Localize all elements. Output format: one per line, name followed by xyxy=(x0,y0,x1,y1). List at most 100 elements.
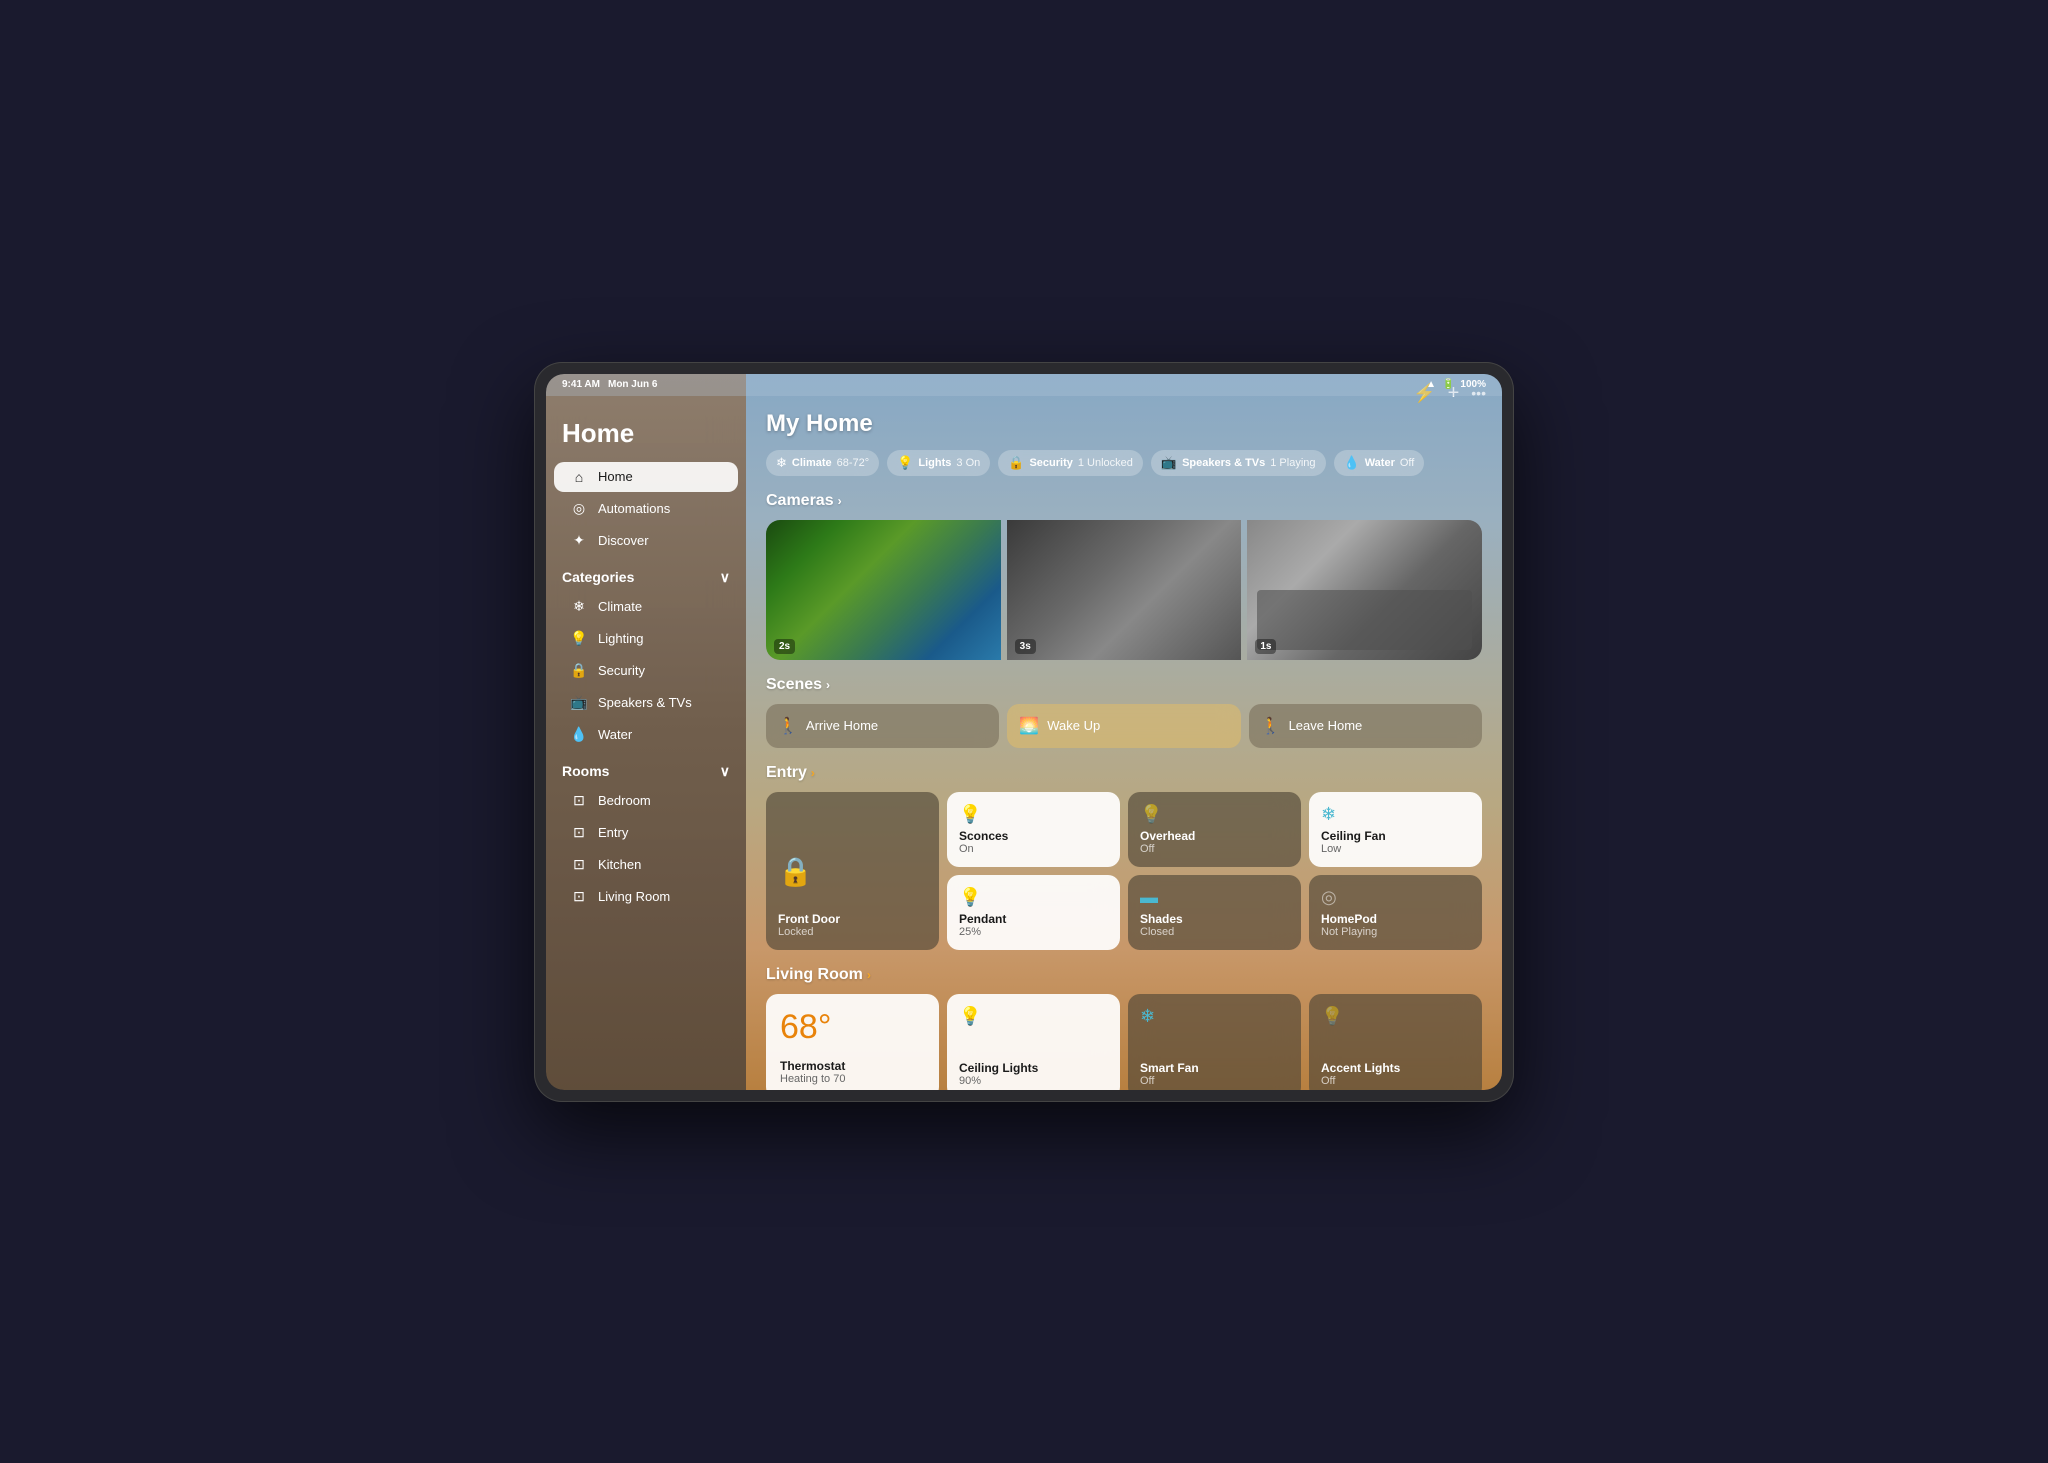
ceiling-fan-icon: ❄ xyxy=(1321,804,1470,825)
kitchen-icon: ⊡ xyxy=(570,856,588,873)
scene-wake-up[interactable]: 🌅 Wake Up xyxy=(1007,704,1240,748)
camera-label-2: 3s xyxy=(1015,639,1036,654)
pendant-name: Pendant xyxy=(959,912,1108,926)
ceiling-lights-card[interactable]: 💡 Ceiling Lights 90% xyxy=(947,994,1120,1090)
climate-icon: ❄ xyxy=(570,598,588,615)
entry-icon: ⊡ xyxy=(570,824,588,841)
leave-home-icon: 🚶 xyxy=(1261,716,1281,736)
sidebar-item-water[interactable]: 💧 Water xyxy=(554,719,738,750)
security-pill[interactable]: 🔒 Security 1 Unlocked xyxy=(998,450,1143,476)
overhead-status: Off xyxy=(1140,843,1289,855)
sidebar-discover-label: Discover xyxy=(598,533,649,548)
camera-feed-pool[interactable]: 2s xyxy=(766,520,1001,660)
lighting-icon: 💡 xyxy=(570,630,588,647)
wifi-icon: ▲ xyxy=(1426,379,1436,390)
categories-header[interactable]: Categories ∨ xyxy=(546,557,746,590)
thermostat-card[interactable]: 68° Thermostat Heating to 70 xyxy=(766,994,939,1090)
water-pill-label: Water xyxy=(1365,457,1395,469)
water-pill-icon: 💧 xyxy=(1344,455,1360,471)
ceiling-fan-status: Low xyxy=(1321,843,1470,855)
scenes-chevron: › xyxy=(826,678,830,692)
shades-card[interactable]: ▬ Shades Closed xyxy=(1128,875,1301,950)
camera-grid: 2s 3s 1s xyxy=(766,520,1482,660)
climate-pill[interactable]: ❄ Climate 68-72° xyxy=(766,450,879,476)
entry-chevron: › xyxy=(811,766,815,780)
shades-icon: ▬ xyxy=(1140,887,1289,908)
living-room-section-header[interactable]: Living Room › xyxy=(766,966,1482,984)
sidebar-item-home[interactable]: ⌂ Home xyxy=(554,462,738,492)
speakers-pill-value: 1 Playing xyxy=(1270,457,1315,469)
sidebar-item-bedroom[interactable]: ⊡ Bedroom xyxy=(554,785,738,816)
security-label: Security xyxy=(598,663,645,678)
living-room-icon: ⊡ xyxy=(570,888,588,905)
shades-name: Shades xyxy=(1140,912,1289,926)
sidebar-item-security[interactable]: 🔒 Security xyxy=(554,655,738,686)
smart-fan-card[interactable]: ❄ Smart Fan Off xyxy=(1128,994,1301,1090)
ceiling-fan-card[interactable]: ❄ Ceiling Fan Low xyxy=(1309,792,1482,867)
water-pill[interactable]: 💧 Water Off xyxy=(1334,450,1425,476)
living-room-grid: 68° Thermostat Heating to 70 💡 Ceiling L… xyxy=(766,994,1482,1090)
ipad-screen: 9:41 AM Mon Jun 6 ▲ 🔋 100% Home ⌂ Home xyxy=(546,374,1502,1090)
lights-pill-value: 3 On xyxy=(956,457,980,469)
categories-label: Categories xyxy=(562,569,634,585)
lights-pill-label: Lights xyxy=(918,457,951,469)
rooms-label: Rooms xyxy=(562,763,609,779)
sidebar-item-lighting[interactable]: 💡 Lighting xyxy=(554,623,738,654)
status-date: Mon Jun 6 xyxy=(608,379,657,390)
categories-chevron: ∨ xyxy=(720,569,730,586)
living-room-section-label: Living Room xyxy=(766,966,863,984)
ceiling-lights-status: 90% xyxy=(959,1075,1108,1087)
scene-arrive-home[interactable]: 🚶 Arrive Home xyxy=(766,704,999,748)
sidebar-item-discover[interactable]: ✦ Discover xyxy=(554,525,738,556)
page-title: My Home xyxy=(766,410,1482,438)
speakers-pill[interactable]: 📺 Speakers & TVs 1 Playing xyxy=(1151,450,1326,476)
sidebar-item-living-room[interactable]: ⊡ Living Room xyxy=(554,881,738,912)
speakers-icon: 📺 xyxy=(570,694,588,711)
sconces-card[interactable]: 💡 Sconces On xyxy=(947,792,1120,867)
scenes-section-header[interactable]: Scenes › xyxy=(766,676,1482,694)
pendant-card[interactable]: 💡 Pendant 25% xyxy=(947,875,1120,950)
cameras-chevron: › xyxy=(838,494,842,508)
overhead-icon: 💡 xyxy=(1140,804,1289,825)
arrive-home-icon: 🚶 xyxy=(778,716,798,736)
homepod-card[interactable]: ◎ HomePod Not Playing xyxy=(1309,875,1482,950)
cameras-section-header[interactable]: Cameras › xyxy=(766,492,1482,510)
water-pill-value: Off xyxy=(1400,457,1414,469)
sidebar-title: Home xyxy=(546,418,746,461)
ipad-frame: 9:41 AM Mon Jun 6 ▲ 🔋 100% Home ⌂ Home xyxy=(534,362,1514,1102)
overhead-card[interactable]: 💡 Overhead Off xyxy=(1128,792,1301,867)
thermostat-temp: 68° xyxy=(780,1008,925,1047)
ceiling-fan-name: Ceiling Fan xyxy=(1321,829,1470,843)
leave-home-label: Leave Home xyxy=(1289,718,1363,733)
accent-lights-icon: 💡 xyxy=(1321,1006,1470,1027)
front-door-card[interactable]: 🔒 Front Door Locked xyxy=(766,792,939,950)
sidebar-item-automations[interactable]: ◎ Automations xyxy=(554,493,738,524)
status-time: 9:41 AM xyxy=(562,379,600,390)
overhead-name: Overhead xyxy=(1140,829,1289,843)
sidebar-item-speakers[interactable]: 📺 Speakers & TVs xyxy=(554,687,738,718)
climate-pill-icon: ❄ xyxy=(776,455,787,471)
entry-section-header[interactable]: Entry › xyxy=(766,764,1482,782)
climate-pill-value: 68-72° xyxy=(837,457,870,469)
rooms-header[interactable]: Rooms ∨ xyxy=(546,751,746,784)
scene-leave-home[interactable]: 🚶 Leave Home xyxy=(1249,704,1482,748)
sidebar-item-climate[interactable]: ❄ Climate xyxy=(554,591,738,622)
sidebar-item-entry[interactable]: ⊡ Entry xyxy=(554,817,738,848)
thermostat-name: Thermostat xyxy=(780,1059,925,1073)
smart-fan-status: Off xyxy=(1140,1075,1289,1087)
accent-lights-card[interactable]: 💡 Accent Lights Off xyxy=(1309,994,1482,1090)
kitchen-label: Kitchen xyxy=(598,857,641,872)
sidebar-home-label: Home xyxy=(598,469,633,484)
cameras-label: Cameras xyxy=(766,492,834,510)
entry-device-grid: 🔒 Front Door Locked 💡 Sconces On xyxy=(766,792,1482,950)
security-pill-icon: 🔒 xyxy=(1008,455,1024,471)
water-icon: 💧 xyxy=(570,726,588,743)
accent-lights-status: Off xyxy=(1321,1075,1470,1087)
camera-feed-garage2[interactable]: 1s xyxy=(1247,520,1482,660)
climate-label: Climate xyxy=(598,599,642,614)
sidebar-item-kitchen[interactable]: ⊡ Kitchen xyxy=(554,849,738,880)
lights-pill[interactable]: 💡 Lights 3 On xyxy=(887,450,990,476)
living-room-label: Living Room xyxy=(598,889,670,904)
homepod-status: Not Playing xyxy=(1321,926,1470,938)
camera-feed-garage[interactable]: 3s xyxy=(1007,520,1242,660)
